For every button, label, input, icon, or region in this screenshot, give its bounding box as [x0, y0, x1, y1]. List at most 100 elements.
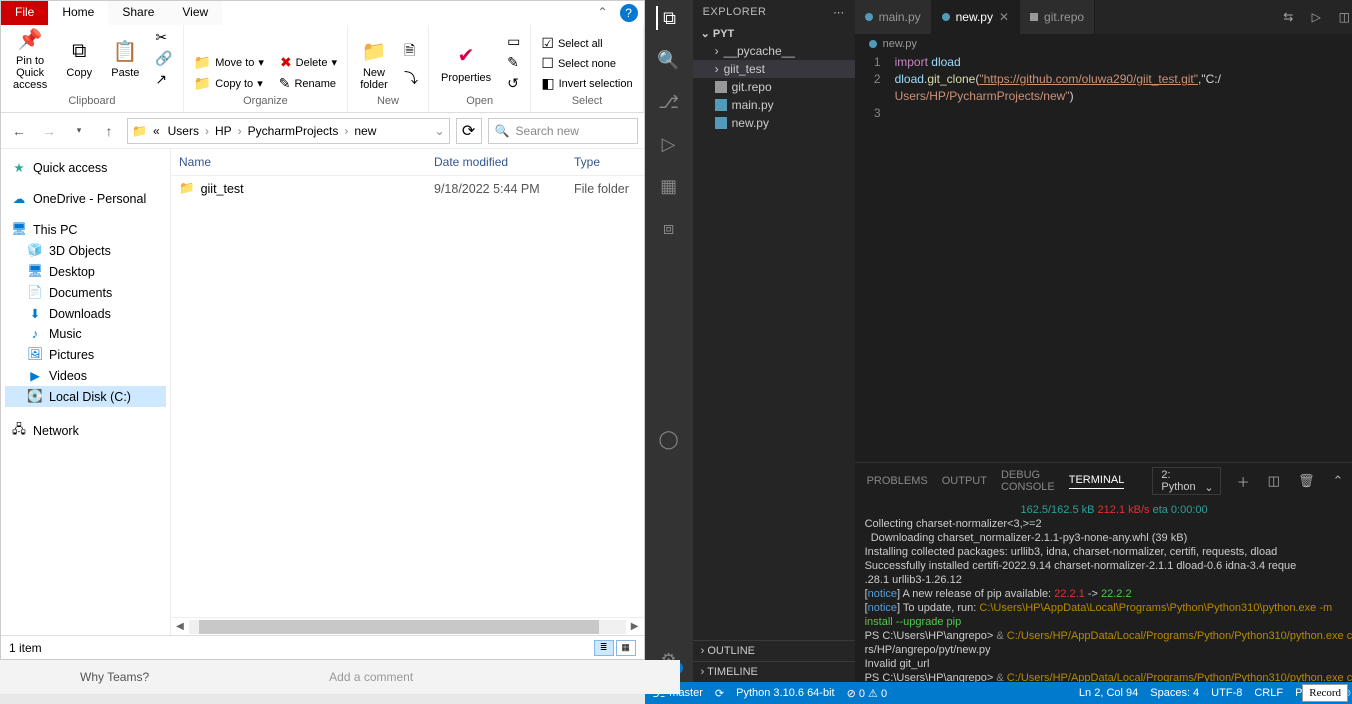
tab-home[interactable]: Home	[48, 1, 108, 25]
split-icon[interactable]: ◫	[1330, 0, 1352, 34]
split-terminal-icon[interactable]: ◫	[1266, 473, 1282, 489]
tab-share[interactable]: Share	[108, 1, 168, 25]
add-comment-input[interactable]: Add a comment	[329, 670, 413, 684]
horiz-scrollbar[interactable]: ◀▶	[171, 617, 644, 635]
select-none-button[interactable]: ☐Select none	[537, 54, 620, 73]
path-seg[interactable]: HP	[213, 124, 234, 138]
workspace-root[interactable]: PYT	[693, 25, 855, 42]
run-icon[interactable]: ▷	[1302, 0, 1330, 34]
outline-section[interactable]: OUTLINE	[693, 640, 855, 661]
delete-button[interactable]: ✖Delete ▾	[276, 53, 341, 72]
back-button[interactable]: ←	[7, 119, 31, 143]
new-item-button[interactable]: 🗎	[400, 39, 422, 65]
select-all-button[interactable]: ☑Select all	[537, 34, 606, 53]
tree-network[interactable]: 🖧Network	[5, 417, 166, 444]
panel-tab-terminal[interactable]: TERMINAL	[1069, 474, 1125, 489]
move-to-button[interactable]: 📁Move to ▾	[190, 53, 268, 72]
tab-view[interactable]: View	[168, 1, 222, 25]
accounts-activity-icon[interactable]: ◯	[657, 427, 681, 451]
properties-button[interactable]: ✔Properties	[435, 40, 497, 86]
list-item[interactable]: 📁giit_test 9/18/2022 5:44 PM File folder	[171, 176, 644, 201]
forward-button[interactable]: →	[37, 119, 61, 143]
collapse-ribbon-icon[interactable]: ⌃	[592, 1, 614, 25]
terminal[interactable]: 162.5/162.5 kB 212.1 kB/s eta 0:00:00Col…	[855, 499, 1352, 682]
new-folder-button[interactable]: 📁New folder	[354, 35, 394, 93]
new-terminal-icon[interactable]: ＋	[1235, 472, 1252, 491]
panel-tab-problems[interactable]: PROBLEMS	[867, 475, 928, 487]
tree-item[interactable]: 📄Documents	[5, 282, 166, 303]
path-seg[interactable]: new	[352, 124, 378, 138]
icons-view-button[interactable]: ▦	[616, 640, 636, 656]
tree-quick-access[interactable]: ★Quick access	[5, 157, 166, 178]
tree-item[interactable]: ⬇Downloads	[5, 303, 166, 324]
indent-indicator[interactable]: Spaces: 4	[1150, 687, 1199, 699]
tree-item[interactable]: 🖥Desktop	[5, 261, 166, 282]
path-seg[interactable]: PycharmProjects	[246, 124, 341, 138]
help-icon[interactable]: ?	[620, 4, 638, 22]
copy-button[interactable]: ⧉Copy	[59, 35, 99, 81]
editor[interactable]: 123 import dload dload.git_clone("https:…	[855, 54, 1352, 462]
tree-item[interactable]: 🧊3D Objects	[5, 240, 166, 261]
explorer-activity-icon[interactable]: ⧉	[656, 6, 680, 30]
details-view-button[interactable]: ≣	[594, 640, 614, 656]
tree-item-selected[interactable]: 💽Local Disk (C:)	[5, 386, 166, 407]
open-button[interactable]: ▭	[503, 32, 524, 51]
record-button[interactable]: Record	[1302, 684, 1348, 702]
tree-onedrive[interactable]: ☁OneDrive - Personal	[5, 188, 166, 209]
tree-item[interactable]: ♪Music	[5, 324, 166, 344]
editor-tab-active[interactable]: new.py✕	[932, 0, 1020, 34]
debug-activity-icon[interactable]: ▷	[657, 132, 681, 156]
col-type[interactable]: Type	[574, 155, 636, 169]
maximize-panel-icon[interactable]: ⌃	[1330, 473, 1345, 489]
tree-item[interactable]: ▶Videos	[5, 365, 166, 386]
pin-quick-access-button[interactable]: 📌Pin to Quick access	[7, 23, 53, 93]
col-name[interactable]: Name	[179, 155, 434, 169]
remote-activity-icon[interactable]: ⧈	[657, 216, 681, 240]
copy-path-button[interactable]: 🔗	[151, 49, 176, 68]
sidebar-item-selected[interactable]: ›giit_test	[693, 60, 855, 78]
python-interpreter[interactable]: Python 3.10.6 64-bit	[736, 687, 834, 699]
path-seg[interactable]: Users	[166, 124, 201, 138]
extensions-activity-icon[interactable]: ▦	[657, 174, 681, 198]
timeline-section[interactable]: TIMELINE	[693, 661, 855, 682]
invert-selection-button[interactable]: ◧Invert selection	[537, 74, 636, 93]
rename-button[interactable]: ✎Rename	[275, 74, 340, 93]
cursor-position[interactable]: Ln 2, Col 94	[1079, 687, 1138, 699]
eol-indicator[interactable]: CRLF	[1254, 687, 1283, 699]
sidebar-item[interactable]: main.py	[693, 96, 855, 114]
search-activity-icon[interactable]: 🔍	[657, 48, 681, 72]
tab-file[interactable]: File	[1, 1, 48, 25]
refresh-button[interactable]: ⟳	[456, 118, 482, 144]
copy-to-button[interactable]: 📁Copy to ▾	[190, 74, 267, 93]
breadcrumb[interactable]: new.py	[855, 34, 1352, 54]
up-button[interactable]: ↑	[97, 119, 121, 143]
edit-button[interactable]: ✎	[503, 53, 524, 72]
easy-access-button[interactable]: ⤵	[400, 67, 422, 89]
col-date[interactable]: Date modified	[434, 155, 574, 169]
paste-button[interactable]: 📋Paste	[105, 35, 145, 81]
path-overflow[interactable]: «	[151, 124, 162, 138]
recent-dropdown[interactable]: ▾	[67, 119, 91, 143]
problems-indicator[interactable]: ⊘ 0 ⚠ 0	[847, 687, 887, 700]
tree-this-pc[interactable]: 🖥This PC	[5, 219, 166, 240]
panel-tab-output[interactable]: OUTPUT	[942, 475, 987, 487]
sidebar-item[interactable]: new.py	[693, 114, 855, 132]
cut-button[interactable]: ✂	[151, 28, 176, 47]
sidebar-item[interactable]: ›__pycache__	[693, 42, 855, 60]
more-icon[interactable]: ⋯	[833, 6, 845, 19]
encoding-indicator[interactable]: UTF-8	[1211, 687, 1242, 699]
search-input[interactable]: 🔍Search new	[488, 118, 638, 144]
editor-tab[interactable]: git.repo	[1020, 0, 1095, 34]
history-button[interactable]: ↺	[503, 74, 524, 93]
why-teams-link[interactable]: Why Teams?	[80, 670, 149, 684]
tree-item[interactable]: 🖼Pictures	[5, 344, 166, 365]
path-dropdown-icon[interactable]: ⌄	[435, 124, 445, 138]
sidebar-item[interactable]: git.repo	[693, 78, 855, 96]
panel-tab-debug[interactable]: DEBUG CONSOLE	[1001, 469, 1055, 493]
editor-tab[interactable]: main.py	[855, 0, 932, 34]
paste-shortcut-button[interactable]: ↗	[151, 70, 176, 89]
kill-terminal-icon[interactable]: 🗑	[1296, 473, 1317, 489]
source-control-activity-icon[interactable]: ⎇	[657, 90, 681, 114]
compare-icon[interactable]: ⇆	[1274, 0, 1302, 34]
sync-button[interactable]: ⟳	[715, 687, 724, 700]
